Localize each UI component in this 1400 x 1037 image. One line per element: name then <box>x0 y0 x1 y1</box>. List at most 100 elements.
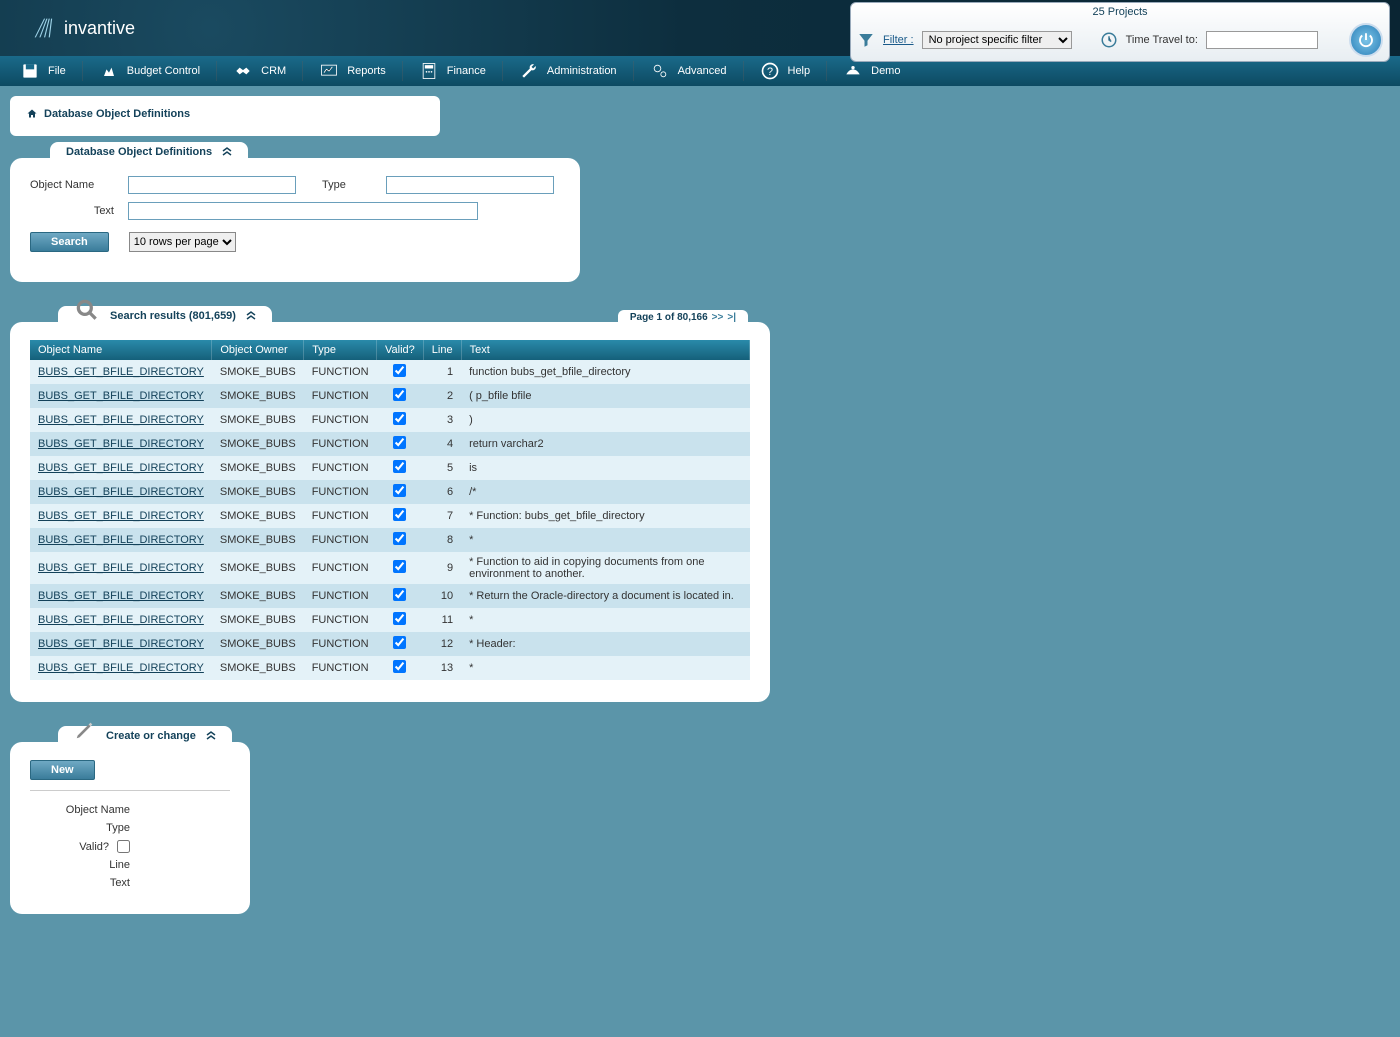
object-link[interactable]: BUBS_GET_BFILE_DIRECTORY <box>38 614 204 626</box>
table-row: BUBS_GET_BFILE_DIRECTORYSMOKE_BUBSFUNCTI… <box>30 584 750 608</box>
menu-separator <box>633 61 634 81</box>
valid-checkbox[interactable] <box>393 460 406 473</box>
object-link[interactable]: BUBS_GET_BFILE_DIRECTORY <box>38 590 204 602</box>
create-type-label: Type <box>106 822 130 834</box>
create-panel: Create or change New Object Name Type Va… <box>10 742 250 914</box>
object-link[interactable]: BUBS_GET_BFILE_DIRECTORY <box>38 662 204 674</box>
table-row: BUBS_GET_BFILE_DIRECTORYSMOKE_BUBSFUNCTI… <box>30 384 750 408</box>
object-name-input[interactable] <box>128 176 296 194</box>
time-travel-input[interactable] <box>1206 31 1318 49</box>
menu-reports[interactable]: Reports <box>305 56 400 86</box>
cell-line: 6 <box>423 480 461 504</box>
cell-text: return varchar2 <box>461 432 749 456</box>
menu-file[interactable]: File <box>6 56 80 86</box>
cell-type: FUNCTION <box>304 408 377 432</box>
valid-checkbox[interactable] <box>393 532 406 545</box>
menu-budget-control[interactable]: Budget Control <box>85 56 214 86</box>
valid-checkbox[interactable] <box>393 612 406 625</box>
valid-checkbox[interactable] <box>393 636 406 649</box>
rows-per-page-select[interactable]: 10 rows per page <box>129 232 236 252</box>
cell-owner: SMOKE_BUBS <box>212 608 304 632</box>
cell-object-name: BUBS_GET_BFILE_DIRECTORY <box>30 480 212 504</box>
cell-owner: SMOKE_BUBS <box>212 432 304 456</box>
text-label: Text <box>30 205 114 217</box>
valid-checkbox[interactable] <box>393 364 406 377</box>
cell-line: 5 <box>423 456 461 480</box>
table-row: BUBS_GET_BFILE_DIRECTORYSMOKE_BUBSFUNCTI… <box>30 608 750 632</box>
menu-help[interactable]: ?Help <box>746 56 825 86</box>
object-link[interactable]: BUBS_GET_BFILE_DIRECTORY <box>38 438 204 450</box>
cell-object-name: BUBS_GET_BFILE_DIRECTORY <box>30 608 212 632</box>
menu-crm[interactable]: CRM <box>219 56 300 86</box>
table-row: BUBS_GET_BFILE_DIRECTORYSMOKE_BUBSFUNCTI… <box>30 408 750 432</box>
menu-administration[interactable]: Administration <box>505 56 631 86</box>
cell-line: 3 <box>423 408 461 432</box>
menu-separator <box>216 61 217 81</box>
object-link[interactable]: BUBS_GET_BFILE_DIRECTORY <box>38 366 204 378</box>
cell-type: FUNCTION <box>304 360 377 384</box>
create-valid-checkbox[interactable] <box>117 840 130 853</box>
menu-advanced[interactable]: Advanced <box>636 56 741 86</box>
object-link[interactable]: BUBS_GET_BFILE_DIRECTORY <box>38 390 204 402</box>
type-input[interactable] <box>386 176 554 194</box>
valid-checkbox[interactable] <box>393 484 406 497</box>
search-button[interactable]: Search <box>30 232 109 252</box>
cell-owner: SMOKE_BUBS <box>212 552 304 584</box>
cell-valid <box>377 656 424 680</box>
object-link[interactable]: BUBS_GET_BFILE_DIRECTORY <box>38 534 204 546</box>
cell-text: * Function: bubs_get_bfile_directory <box>461 504 749 528</box>
last-page-link[interactable]: >| <box>727 312 736 323</box>
valid-checkbox[interactable] <box>393 388 406 401</box>
cell-valid <box>377 632 424 656</box>
valid-checkbox[interactable] <box>393 588 406 601</box>
column-header[interactable]: Type <box>304 340 377 360</box>
object-link[interactable]: BUBS_GET_BFILE_DIRECTORY <box>38 462 204 474</box>
valid-checkbox[interactable] <box>393 660 406 673</box>
cell-owner: SMOKE_BUBS <box>212 360 304 384</box>
cell-type: FUNCTION <box>304 432 377 456</box>
question-icon: ? <box>760 61 780 81</box>
column-header[interactable]: Object Name <box>30 340 212 360</box>
cell-owner: SMOKE_BUBS <box>212 384 304 408</box>
cell-type: FUNCTION <box>304 504 377 528</box>
object-name-label: Object Name <box>30 179 114 191</box>
valid-checkbox[interactable] <box>393 436 406 449</box>
column-header[interactable]: Object Owner <box>212 340 304 360</box>
power-button[interactable] <box>1349 23 1383 57</box>
valid-checkbox[interactable] <box>393 560 406 573</box>
text-input[interactable] <box>128 202 478 220</box>
column-header[interactable]: Valid? <box>377 340 424 360</box>
column-header[interactable]: Line <box>423 340 461 360</box>
column-header[interactable]: Text <box>461 340 749 360</box>
object-link[interactable]: BUBS_GET_BFILE_DIRECTORY <box>38 562 204 574</box>
new-button[interactable]: New <box>30 760 95 780</box>
cell-valid <box>377 360 424 384</box>
table-row: BUBS_GET_BFILE_DIRECTORYSMOKE_BUBSFUNCTI… <box>30 480 750 504</box>
menu-label: Budget Control <box>127 65 200 77</box>
menu-label: Administration <box>547 65 617 77</box>
cell-object-name: BUBS_GET_BFILE_DIRECTORY <box>30 360 212 384</box>
create-valid-label: Valid? <box>79 841 109 853</box>
cell-line: 9 <box>423 552 461 584</box>
table-row: BUBS_GET_BFILE_DIRECTORYSMOKE_BUBSFUNCTI… <box>30 632 750 656</box>
menu-label: CRM <box>261 65 286 77</box>
next-page-link[interactable]: >> <box>712 312 724 323</box>
cell-text: * <box>461 656 749 680</box>
filter-select[interactable]: No project specific filter <box>922 31 1072 49</box>
budget-icon <box>99 61 119 81</box>
menu-finance[interactable]: Finance <box>405 56 500 86</box>
search-panel-tab[interactable]: Database Object Definitions <box>50 142 248 160</box>
filter-link[interactable]: Filter : <box>883 34 914 46</box>
object-link[interactable]: BUBS_GET_BFILE_DIRECTORY <box>38 486 204 498</box>
object-link[interactable]: BUBS_GET_BFILE_DIRECTORY <box>38 414 204 426</box>
object-link[interactable]: BUBS_GET_BFILE_DIRECTORY <box>38 510 204 522</box>
cell-object-name: BUBS_GET_BFILE_DIRECTORY <box>30 552 212 584</box>
results-panel-tab[interactable]: Search results (801,659) <box>58 306 272 324</box>
cell-owner: SMOKE_BUBS <box>212 584 304 608</box>
cell-type: FUNCTION <box>304 528 377 552</box>
create-panel-tab[interactable]: Create or change <box>58 726 232 744</box>
valid-checkbox[interactable] <box>393 412 406 425</box>
object-link[interactable]: BUBS_GET_BFILE_DIRECTORY <box>38 638 204 650</box>
valid-checkbox[interactable] <box>393 508 406 521</box>
cell-valid <box>377 584 424 608</box>
